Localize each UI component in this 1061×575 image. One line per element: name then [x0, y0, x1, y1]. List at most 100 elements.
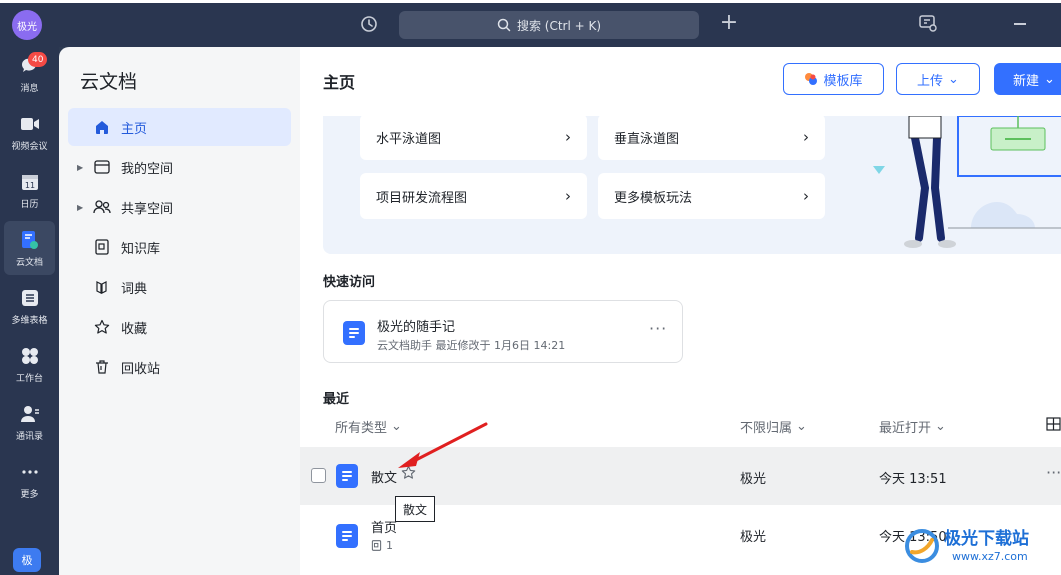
notification-settings-icon[interactable] — [918, 13, 940, 35]
nav-item-wiki[interactable]: 知识库 — [68, 228, 291, 266]
video-camera-icon — [19, 113, 41, 135]
annotation-arrow — [398, 422, 488, 468]
nav-label: 共享空间 — [121, 201, 174, 217]
rail-label: 工作台 — [15, 373, 43, 384]
nav-item-favorites[interactable]: 收藏 — [68, 308, 291, 346]
chevron-right-icon: › — [803, 187, 809, 205]
chevron-down-icon: ⌄ — [935, 419, 946, 434]
account-avatar[interactable]: 极光 — [12, 10, 42, 40]
home-icon — [93, 118, 111, 136]
upload-label: 上传 — [917, 73, 944, 89]
template-library-button[interactable]: 模板库 — [783, 63, 884, 95]
template-card[interactable]: 垂直泳道图 › — [598, 116, 825, 160]
add-tab-button[interactable]: + — [718, 12, 740, 36]
site-watermark: 极光下载站 www.xz7.com — [900, 520, 1061, 575]
minimize-button[interactable] — [1014, 23, 1026, 25]
more-options-icon[interactable]: ··· — [649, 319, 667, 338]
file-owner: 极光 — [740, 530, 767, 545]
expand-caret-icon[interactable]: ▶ — [77, 203, 83, 212]
search-box[interactable]: 搜索 (Ctrl + K) — [399, 11, 699, 39]
window-top-strip — [0, 0, 1061, 3]
sort-opened-label: 最近打开 — [879, 421, 932, 436]
svg-text:11: 11 — [24, 181, 34, 190]
sort-opened-dropdown[interactable]: 最近打开 ⌄ — [879, 417, 946, 436]
title-bar: 极光 搜索 (Ctrl + K) + — [0, 0, 1061, 47]
star-icon — [93, 318, 111, 336]
view-toggle-icon[interactable] — [1046, 417, 1061, 431]
rail-label: 多维表格 — [11, 315, 48, 326]
nav-label: 收藏 — [121, 321, 148, 337]
nav-item-my-space[interactable]: ▶ 我的空间 — [68, 148, 291, 186]
more-options-icon[interactable]: ··· — [1046, 463, 1061, 482]
rail-item-calendar[interactable]: 11 日历 — [0, 163, 59, 217]
expand-caret-icon[interactable]: ▶ — [77, 163, 83, 172]
rail-item-workplace[interactable]: 工作台 — [0, 337, 59, 391]
file-opened-time: 今天 13:51 — [879, 472, 947, 487]
rail-item-contacts[interactable]: 通讯录 — [0, 395, 59, 449]
nav-title: 云文档 — [80, 71, 138, 93]
nav-item-home[interactable]: 主页 — [68, 108, 291, 146]
app-rail: 消息 40 视频会议 11 日历 云文档 多维表格 工作台 通讯录 更多 — [0, 47, 59, 575]
rail-item-more[interactable]: 更多 — [0, 453, 59, 507]
more-dots-icon — [19, 461, 41, 483]
rail-label: 视频会议 — [11, 141, 48, 152]
watermark-logo-icon — [905, 529, 939, 563]
nav-item-dictionary[interactable]: 词典 — [68, 268, 291, 306]
people-icon — [93, 198, 111, 216]
chevron-right-icon: › — [565, 128, 571, 146]
cloud-docs-icon — [19, 229, 41, 251]
doc-icon — [343, 321, 365, 345]
rail-label: 消息 — [20, 83, 39, 94]
recent-heading: 最近 — [323, 392, 350, 407]
quick-access-card[interactable]: 极光的随手记 云文档助手 最近修改于 1月6日 14:21 ··· — [323, 300, 683, 363]
filter-type-label: 所有类型 — [335, 421, 388, 436]
banner-illustration — [873, 116, 1061, 248]
dictionary-icon — [93, 278, 111, 296]
template-card-label: 垂直泳道图 — [614, 131, 680, 147]
template-card[interactable]: 项目研发流程图 › — [360, 173, 587, 219]
nav-label: 词典 — [121, 281, 148, 297]
nav-item-shared-space[interactable]: ▶ 共享空间 — [68, 188, 291, 226]
rail-item-video-meeting[interactable]: 视频会议 — [0, 105, 59, 159]
rail-item-messages[interactable]: 消息 40 — [0, 47, 59, 101]
search-icon — [497, 18, 511, 32]
chevron-down-icon: ⌄ — [948, 71, 959, 87]
chevron-right-icon: › — [803, 128, 809, 146]
nav-label: 主页 — [121, 121, 148, 137]
rail-label: 更多 — [20, 489, 39, 500]
user-avatar[interactable]: 极 — [13, 548, 41, 572]
history-icon[interactable] — [358, 13, 380, 35]
filter-owner-dropdown[interactable]: 不限归属 ⌄ — [740, 417, 807, 436]
table-icon — [19, 287, 41, 309]
search-label: 搜索 (Ctrl + K) — [516, 18, 602, 33]
chevron-right-icon: › — [565, 187, 571, 205]
file-name-tooltip: 散文 — [395, 496, 436, 522]
unread-badge: 40 — [28, 52, 48, 67]
template-icon — [805, 73, 818, 85]
nav-item-trash[interactable]: 回收站 — [68, 348, 291, 386]
file-owner: 极光 — [740, 472, 767, 487]
new-button[interactable]: 新建 ⌄ — [994, 63, 1061, 95]
wiki-icon — [371, 540, 382, 551]
template-card[interactable]: 水平泳道图 › — [360, 116, 587, 160]
nav-label: 我的空间 — [121, 161, 174, 177]
upload-button[interactable]: 上传 ⌄ — [896, 63, 980, 95]
file-name[interactable]: 首页 — [371, 517, 397, 536]
template-banner: 水平泳道图 › 垂直泳道图 › 项目研发流程图 › 更多模板玩法 › — [323, 116, 1061, 254]
watermark-url: www.xz7.com — [952, 550, 1028, 563]
rail-item-cloud-docs[interactable]: 云文档 — [4, 221, 55, 275]
chevron-down-icon: ⌄ — [796, 419, 807, 434]
doc-icon — [336, 524, 358, 548]
quick-card-meta: 云文档助手 最近修改于 1月6日 14:21 — [377, 339, 566, 352]
template-library-label: 模板库 — [823, 73, 863, 89]
rail-label: 云文档 — [15, 257, 43, 268]
template-card[interactable]: 更多模板玩法 › — [598, 173, 825, 219]
row-checkbox[interactable] — [311, 468, 326, 483]
quick-card-title: 极光的随手记 — [377, 320, 456, 335]
template-card-label: 更多模板玩法 — [614, 190, 693, 206]
rail-item-bitable[interactable]: 多维表格 — [0, 279, 59, 333]
docs-nav-panel: 云文档 主页 ▶ 我的空间 ▶ 共享空间 知识库 词典 收藏 回收站 — [59, 47, 300, 575]
new-label: 新建 — [1013, 73, 1040, 89]
wiki-icon — [93, 238, 111, 256]
template-card-label: 项目研发流程图 — [376, 190, 468, 206]
